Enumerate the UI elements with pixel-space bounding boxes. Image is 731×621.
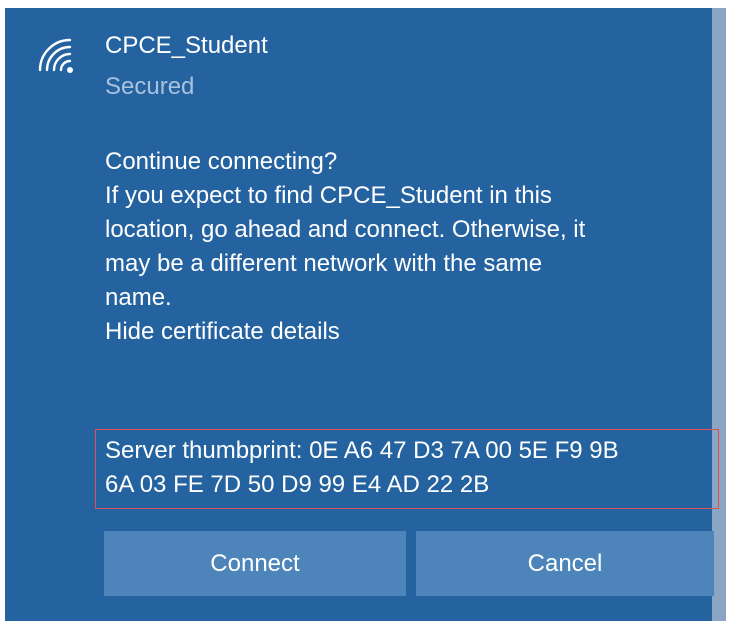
- connection-prompt: Continue connecting? If you expect to fi…: [105, 145, 705, 349]
- scrollbar[interactable]: [712, 8, 726, 621]
- network-status: Secured: [105, 73, 195, 100]
- thumbprint-line: Server thumbprint: 0E A6 47 D3 7A 00 5E …: [105, 437, 619, 464]
- hide-certificate-details-link[interactable]: Hide certificate details: [105, 315, 705, 349]
- connect-button[interactable]: Connect: [104, 531, 406, 596]
- server-thumbprint: Server thumbprint: 0E A6 47 D3 7A 00 5E …: [105, 434, 619, 502]
- network-name: CPCE_Student: [105, 32, 268, 59]
- thumbprint-line: 6A 03 FE 7D 50 D9 99 E4 AD 22 2B: [105, 471, 490, 498]
- prompt-message-line: If you expect to find CPCE_Student in th…: [105, 182, 552, 209]
- prompt-message-line: may be a different network with the same: [105, 250, 543, 277]
- prompt-message-line: location, go ahead and connect. Otherwis…: [105, 216, 586, 243]
- prompt-message-line: name.: [105, 284, 172, 311]
- wifi-icon: [38, 38, 73, 73]
- cancel-button[interactable]: Cancel: [416, 531, 714, 596]
- prompt-heading: Continue connecting?: [105, 148, 338, 175]
